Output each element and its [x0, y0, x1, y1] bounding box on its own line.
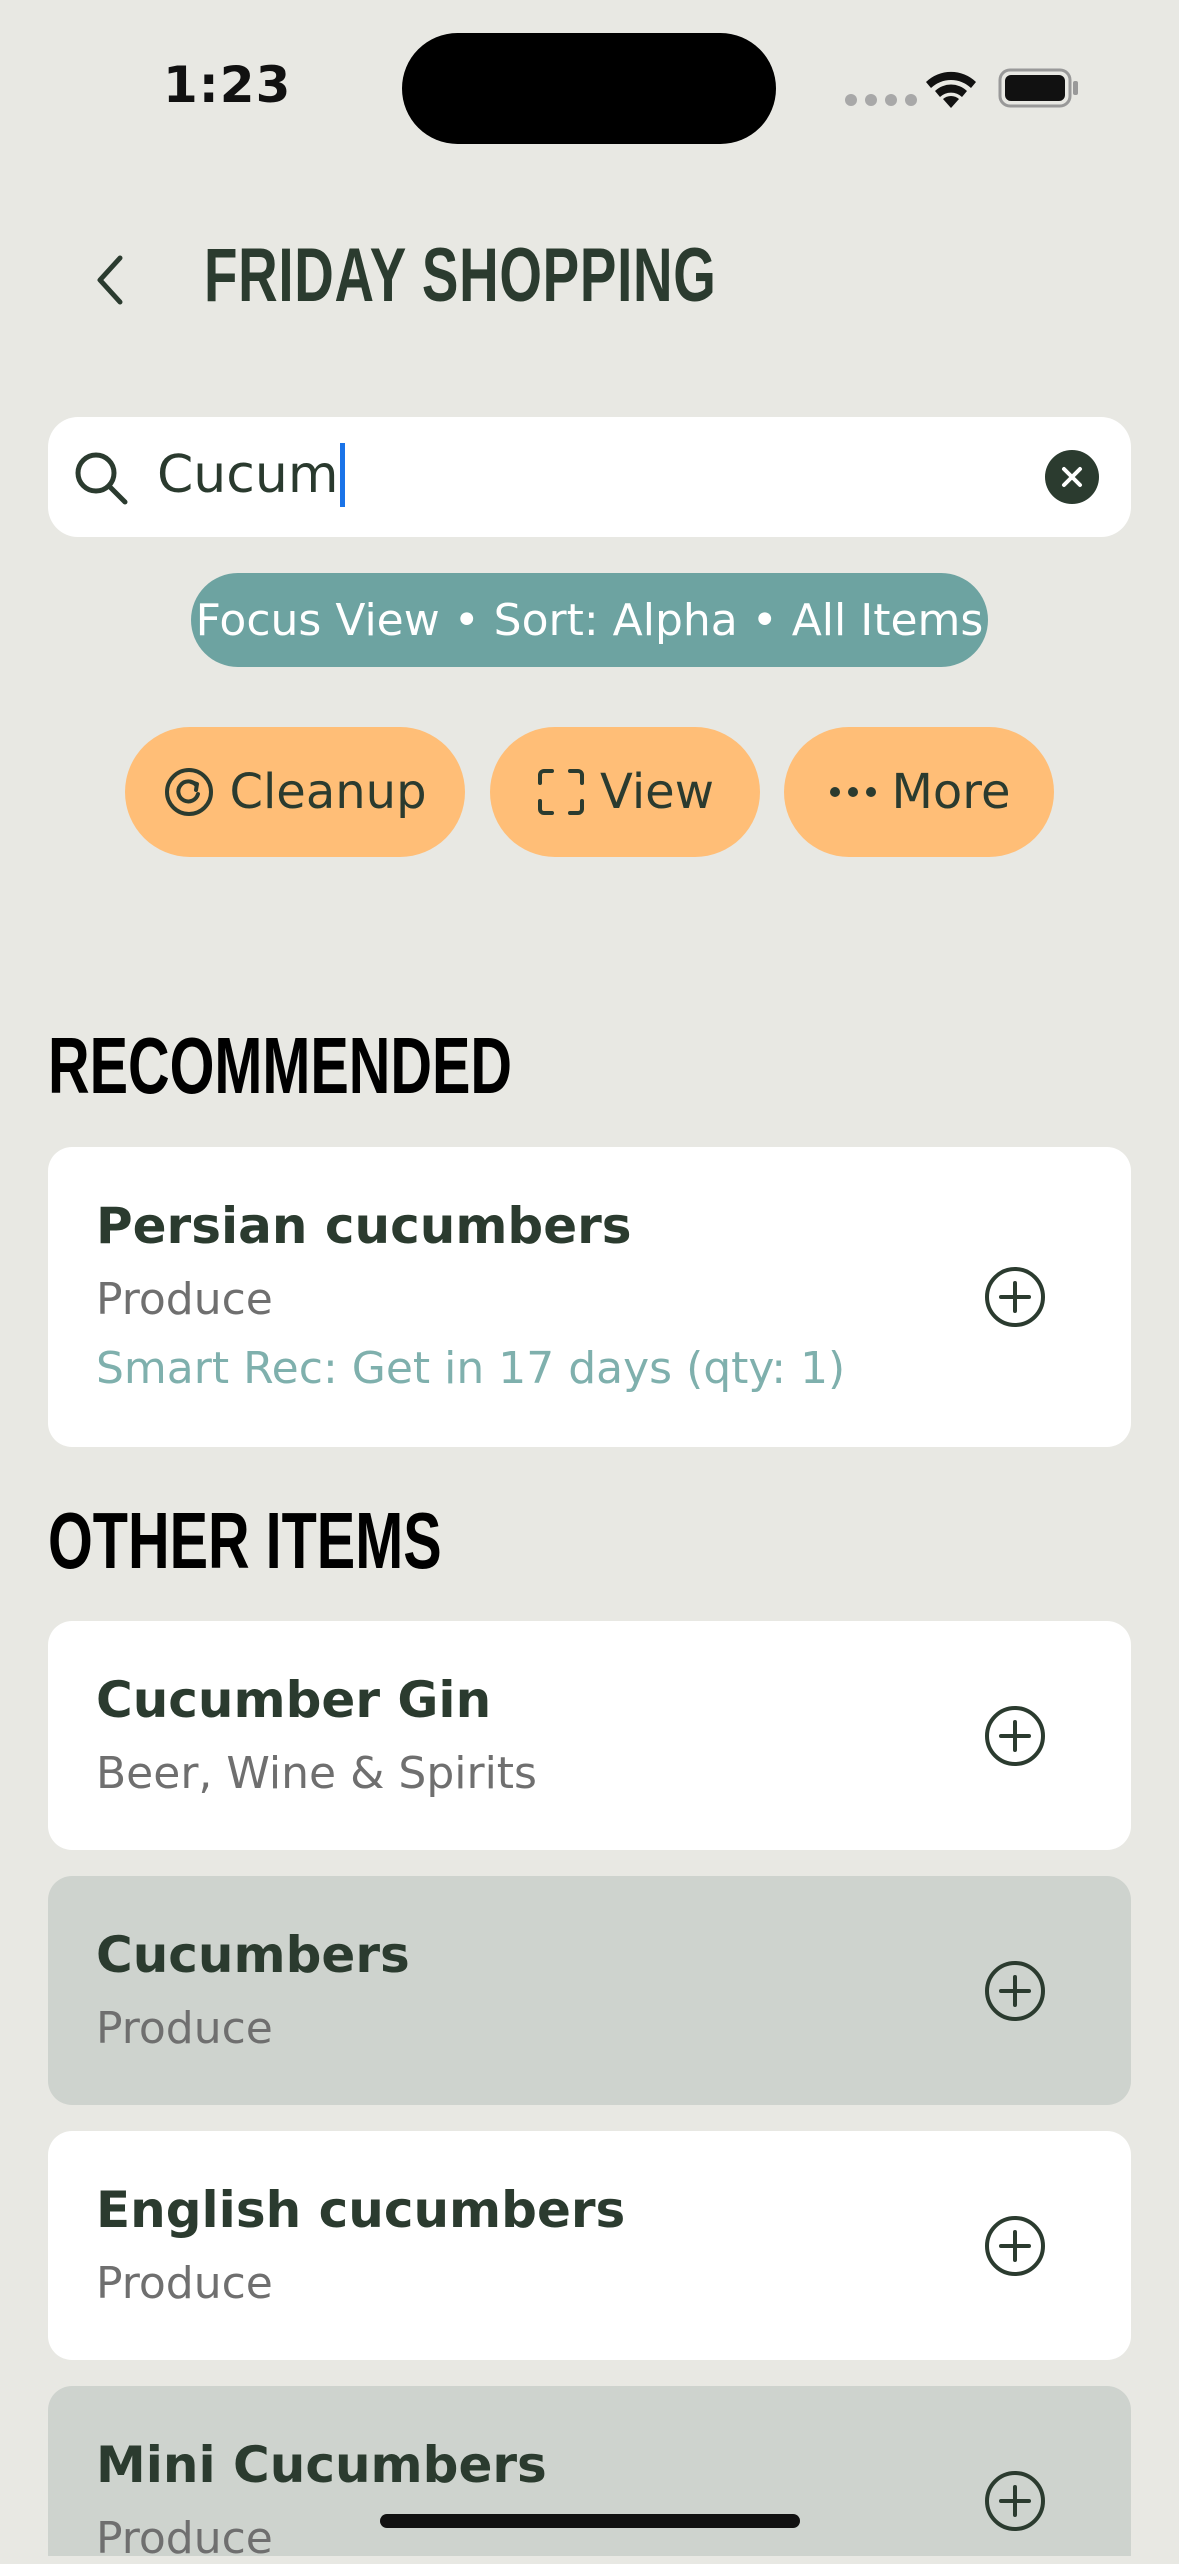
list-item[interactable]: Cucumbers Produce	[48, 1876, 1131, 2105]
item-category: Beer, Wine & Spirits	[96, 1748, 537, 1799]
battery-icon	[998, 68, 1078, 108]
list-item[interactable]: Cucumber Gin Beer, Wine & Spirits	[48, 1621, 1131, 1850]
cleanup-icon	[165, 768, 214, 816]
status-bar: 1:23	[0, 0, 1179, 170]
page-title: FRIDAY SHOPPING	[204, 233, 717, 318]
view-label: View	[600, 764, 714, 820]
item-category: Produce	[96, 2513, 273, 2564]
close-icon	[1062, 467, 1082, 487]
dynamic-island	[402, 33, 776, 144]
cleanup-button[interactable]: Cleanup	[125, 727, 465, 857]
add-item-button[interactable]	[983, 2214, 1047, 2278]
add-item-button[interactable]	[983, 1704, 1047, 1768]
clear-search-button[interactable]	[1045, 450, 1099, 504]
search-input[interactable]: Cucum	[157, 443, 346, 507]
list-item[interactable]: English cucumbers Produce	[48, 2131, 1131, 2360]
add-item-button[interactable]	[983, 2469, 1047, 2533]
item-name: Mini Cucumbers	[96, 2436, 547, 2494]
list-item[interactable]: Persian cucumbers Produce Smart Rec: Get…	[48, 1147, 1131, 1447]
search-input-text: Cucum	[157, 445, 339, 505]
status-time: 1:23	[163, 56, 292, 114]
item-recommendation: Smart Rec: Get in 17 days (qty: 1)	[96, 1343, 846, 1394]
viewfinder-icon	[538, 769, 585, 815]
item-category: Produce	[96, 2258, 273, 2309]
cleanup-label: Cleanup	[229, 764, 427, 820]
chevron-left-icon	[97, 255, 123, 305]
cellular-signal-icon	[845, 94, 917, 106]
add-item-button[interactable]	[983, 1265, 1047, 1329]
search-field[interactable]: Cucum	[48, 417, 1131, 537]
section-header-other-items: OTHER ITEMS	[48, 1496, 442, 1585]
ellipsis-icon	[829, 787, 876, 797]
list-item[interactable]: Mini Cucumbers Produce	[48, 2386, 1131, 2564]
text-caret	[340, 443, 346, 507]
more-button[interactable]: More	[784, 727, 1054, 857]
view-mode-chip[interactable]: Focus View • Sort: Alpha • All Items	[191, 573, 988, 667]
wifi-icon	[926, 71, 976, 108]
section-header-recommended: RECOMMENDED	[48, 1021, 513, 1110]
view-button[interactable]: View	[490, 727, 760, 857]
search-icon	[75, 452, 128, 505]
more-label: More	[891, 764, 1011, 820]
home-indicator[interactable]	[380, 2514, 800, 2528]
back-button[interactable]	[80, 240, 140, 320]
item-name: Cucumbers	[96, 1926, 410, 1984]
item-name: Persian cucumbers	[96, 1197, 632, 1255]
item-name: English cucumbers	[96, 2181, 626, 2239]
add-item-button[interactable]	[983, 1959, 1047, 2023]
item-name: Cucumber Gin	[96, 1671, 492, 1729]
item-category: Produce	[96, 2003, 273, 2054]
item-category: Produce	[96, 1274, 273, 1325]
